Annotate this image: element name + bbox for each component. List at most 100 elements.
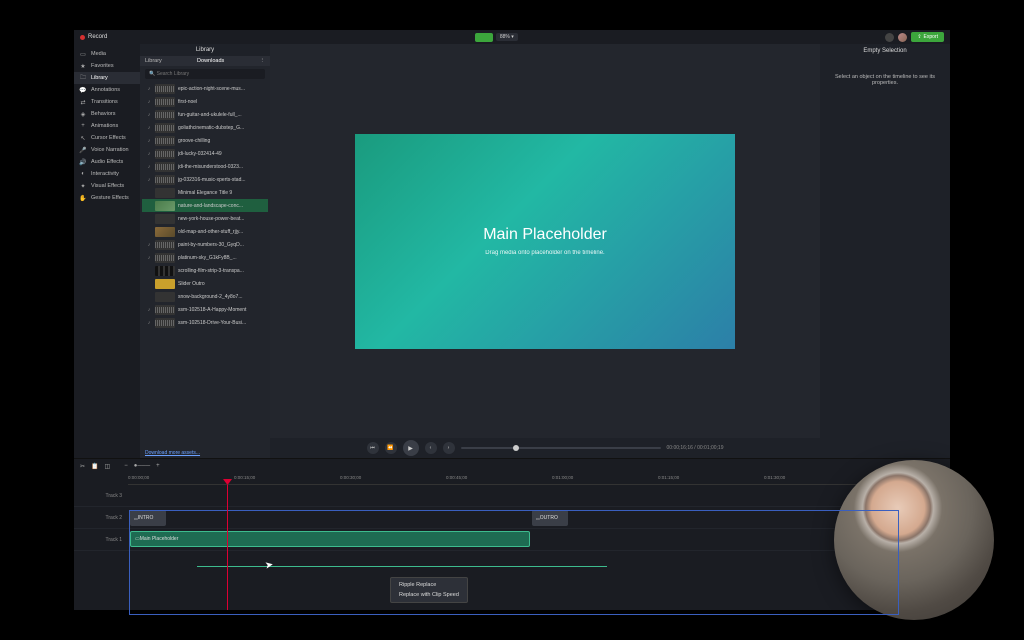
download-more-link[interactable]: Download more assets... bbox=[140, 448, 270, 458]
clip-intro[interactable]: ▭ INTRO bbox=[130, 510, 166, 526]
zoom-dropdown[interactable]: 88% ▾ bbox=[496, 33, 518, 41]
nav-cursor-effects[interactable]: ↖Cursor Effects bbox=[74, 132, 140, 144]
nav-animations[interactable]: + Animations bbox=[74, 120, 140, 132]
nav-icon: + bbox=[79, 122, 87, 130]
thumbnail bbox=[155, 240, 175, 250]
library-item[interactable]: ♪jdi-lucky-032414-49 bbox=[142, 147, 268, 160]
step-fwd-button[interactable]: ‹ bbox=[425, 442, 437, 454]
ruler-tick: 0:01:15;00 bbox=[658, 475, 679, 480]
canvas-subtitle: Drag media onto placeholder on the timel… bbox=[485, 250, 604, 256]
item-name: snow-background-2_4y8o7... bbox=[178, 294, 265, 300]
nav-transitions[interactable]: ⇄Transitions bbox=[74, 96, 140, 108]
library-item[interactable]: ♪first-noel bbox=[142, 95, 268, 108]
export-button[interactable]: ⇪ Export bbox=[911, 32, 944, 42]
item-name: new-york-house-power-beat... bbox=[178, 216, 265, 222]
library-item[interactable]: Slider Outro bbox=[142, 277, 268, 290]
playhead[interactable] bbox=[227, 485, 228, 610]
properties-title: Empty Selection bbox=[824, 48, 946, 54]
nav-interactivity[interactable]: ◐Interactivity bbox=[74, 168, 140, 180]
library-item[interactable]: ♪jdi-the-misunderstood-0323... bbox=[142, 160, 268, 173]
thumbnail bbox=[155, 123, 175, 133]
nav-library[interactable]: 🗀Library bbox=[74, 72, 140, 84]
zoom-in-icon[interactable]: + bbox=[156, 463, 160, 469]
library-item[interactable]: snow-background-2_4y8o7... bbox=[142, 290, 268, 303]
scrub-handle[interactable] bbox=[513, 445, 519, 451]
play-button[interactable]: ▶ bbox=[403, 440, 419, 456]
thumbnail bbox=[155, 318, 175, 328]
clip-main-placeholder[interactable]: ▭ Main Placeholder bbox=[130, 531, 530, 547]
item-name: old-map-and-other-stuff_rjjy... bbox=[178, 229, 265, 235]
track-label[interactable]: Track 1 bbox=[74, 537, 128, 543]
nav-audio-effects[interactable]: 🔊Audio Effects bbox=[74, 156, 140, 168]
avatar-icon[interactable] bbox=[898, 33, 907, 42]
scrub-bar[interactable] bbox=[461, 447, 661, 449]
library-item[interactable]: ♪groove-chilling bbox=[142, 134, 268, 147]
nav-annotations[interactable]: 💬Annotations bbox=[74, 84, 140, 96]
item-name: goliathcinematic-dubstep_G... bbox=[178, 125, 265, 131]
library-item[interactable]: ♪epic-action-night-scene-mus... bbox=[142, 82, 268, 95]
paste-tool-icon[interactable]: 📋 bbox=[91, 463, 98, 470]
library-folder-dropdown[interactable]: Library Downloads ⋮ bbox=[140, 56, 270, 66]
library-list[interactable]: ♪epic-action-night-scene-mus...♪first-no… bbox=[140, 82, 270, 448]
nav-media[interactable]: ▭Media bbox=[74, 48, 140, 60]
zoom-out-icon[interactable]: − bbox=[124, 463, 128, 469]
canvas[interactable]: Main Placeholder Drag media onto placeho… bbox=[355, 134, 735, 349]
library-item[interactable]: new-york-house-power-beat... bbox=[142, 212, 268, 225]
library-item[interactable]: ♪jg-032316-music-xperts-stad... bbox=[142, 173, 268, 186]
nav-label: Favorites bbox=[91, 63, 114, 69]
library-item[interactable]: ♪fun-guitar-and-ukulele-full_... bbox=[142, 108, 268, 121]
record-button[interactable]: Record bbox=[80, 34, 107, 40]
library-panel: Library Library Downloads ⋮ 🔍 Search Lib… bbox=[140, 44, 270, 458]
nav-behaviors[interactable]: ◈Behaviors bbox=[74, 108, 140, 120]
nav-icon: 🎤 bbox=[79, 146, 87, 154]
nav-voice-narration[interactable]: 🎤Voice Narration bbox=[74, 144, 140, 156]
next-frame-button[interactable]: › bbox=[443, 442, 455, 454]
nav-icon: ◈ bbox=[79, 110, 87, 118]
track-label[interactable]: Track 3 bbox=[74, 493, 128, 499]
nav-icon: ★ bbox=[79, 62, 87, 70]
library-item[interactable]: ♪paint-by-numbers-30_GyqD... bbox=[142, 238, 268, 251]
canvas-title: Main Placeholder bbox=[483, 226, 607, 244]
thumbnail bbox=[155, 305, 175, 315]
item-name: ssm-102518-Drive-Your-Busi... bbox=[178, 320, 265, 326]
notification-icon[interactable] bbox=[885, 33, 894, 42]
thumbnail bbox=[155, 266, 175, 276]
cut-tool-icon[interactable]: ✂ bbox=[80, 463, 85, 470]
item-name: platinum-sky_G1kFy8B_... bbox=[178, 255, 265, 261]
nav-icon: 💬 bbox=[79, 86, 87, 94]
track-label[interactable]: Track 2 bbox=[74, 515, 128, 521]
nav-label: Animations bbox=[91, 123, 118, 129]
library-item[interactable]: old-map-and-other-stuff_rjjy... bbox=[142, 225, 268, 238]
item-name: jg-032316-music-xperts-stad... bbox=[178, 177, 265, 183]
ctx-replace-clip-speed[interactable]: Replace with Clip Speed bbox=[391, 590, 467, 600]
track-body[interactable]: ▭ Main Placeholder bbox=[128, 529, 950, 550]
library-item[interactable]: ♪platinum-sky_G1kFy8B_... bbox=[142, 251, 268, 264]
step-back-button[interactable]: ⏪ bbox=[385, 442, 397, 454]
timeline-tools: ✂ 📋 ◫ − ●─── + bbox=[74, 459, 950, 473]
ctx-ripple-replace[interactable]: Ripple Replace bbox=[391, 580, 467, 590]
track-body[interactable] bbox=[128, 485, 950, 506]
library-item[interactable]: ♪goliathcinematic-dubstep_G... bbox=[142, 121, 268, 134]
nav-favorites[interactable]: ★ Favorites bbox=[74, 60, 140, 72]
library-item[interactable]: scrolling-film-strip-3-transpa... bbox=[142, 264, 268, 277]
ruler-tick: 0:00:45;00 bbox=[446, 475, 467, 480]
prev-frame-button[interactable]: ⏮ bbox=[367, 442, 379, 454]
library-item[interactable]: ♪ssm-102518-Drive-Your-Busi... bbox=[142, 316, 268, 329]
tool-button-group[interactable] bbox=[475, 33, 493, 42]
timeline-ruler[interactable]: 0:00:00;000:00:15;000:00:30;000:00:45;00… bbox=[128, 473, 950, 485]
thumbnail bbox=[155, 227, 175, 237]
music-note-icon: ♪ bbox=[145, 242, 153, 248]
library-item[interactable]: nature-and-landscape-conc... bbox=[142, 199, 268, 212]
properties-body: Select an object on the timeline to see … bbox=[824, 74, 946, 86]
track-body[interactable]: ▭ INTRO ▭ OUTRO bbox=[128, 507, 950, 528]
thumbnail bbox=[155, 175, 175, 185]
zoom-slider[interactable]: ●─── bbox=[134, 463, 150, 469]
nav-gesture-effects[interactable]: ✋Gesture Effects bbox=[74, 192, 140, 204]
library-search-input[interactable]: 🔍 Search Library bbox=[145, 69, 265, 79]
nav-visual-effects[interactable]: ✦Visual Effects bbox=[74, 180, 140, 192]
library-item[interactable]: ♪ssm-102518-A-Happy-Moment bbox=[142, 303, 268, 316]
nav-label: Library bbox=[91, 75, 108, 81]
clip-outro[interactable]: ▭ OUTRO bbox=[532, 510, 568, 526]
library-item[interactable]: Minimal Elegance Title 9 bbox=[142, 186, 268, 199]
split-tool-icon[interactable]: ◫ bbox=[105, 463, 111, 470]
